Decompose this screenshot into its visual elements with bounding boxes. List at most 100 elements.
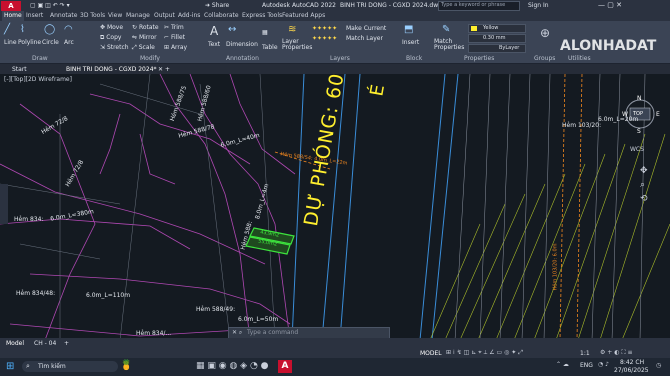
close-tab-icon[interactable]: ✕ + (158, 66, 170, 73)
label-vert-right: Hẻm 103/20: 6.0m (552, 243, 559, 291)
clock-time[interactable]: 8:42 CH (620, 359, 644, 366)
clock-date[interactable]: 27/06/2025 (614, 367, 649, 374)
tab-collaborate[interactable]: Collaborate (202, 11, 241, 21)
modify-copy[interactable]: ⧉ Copy (100, 34, 121, 42)
polyline-icon[interactable]: ⌇ (20, 24, 25, 35)
tab-3d-tools[interactable]: 3D Tools (78, 11, 107, 21)
doc-tab-current[interactable]: BINH TRI DONG - CGXD 2024* (66, 66, 157, 73)
block-insert[interactable]: Insert (402, 39, 419, 46)
add-layout-icon[interactable]: + (64, 340, 69, 347)
status-model[interactable]: MODEL (420, 350, 442, 357)
modify-scale[interactable]: ⤢ Scale (132, 44, 155, 52)
color-select[interactable]: Yellow (468, 24, 526, 33)
taskbar-app-icons[interactable]: ▦ ▣ ◉ ◍ ◈ ◔ ● (196, 361, 269, 371)
tray-icons[interactable]: ⌃ ☁ (556, 361, 569, 368)
dimension-icon[interactable]: ↔ (228, 24, 236, 35)
compass-s: S (637, 128, 641, 135)
drawing-viewport[interactable]: [-][Top][2D Wireframe] N W E S TOP WCS ✥… (0, 74, 670, 340)
text-icon[interactable]: A (210, 24, 218, 38)
annot-table[interactable]: Table (262, 44, 278, 51)
label-h58849-dim: 6.0m_L=50m (238, 316, 279, 323)
group-icon[interactable]: ⊕ (540, 26, 550, 40)
match-layer-button[interactable]: Match Layer (346, 35, 383, 42)
draw-arc[interactable]: Arc (64, 39, 74, 46)
modify-array[interactable]: ⊞ Array (164, 44, 187, 51)
modify-trim[interactable]: ✂ Trim (164, 24, 184, 31)
draw-line[interactable]: Line (4, 39, 17, 46)
label-h83448: Hẻm 834/48: (16, 290, 56, 297)
table-icon[interactable]: ▦ (262, 29, 268, 36)
label-h834b: Hẻm 834/... (136, 330, 172, 337)
right-parcels (454, 74, 646, 340)
layer-state-icons[interactable]: ✦✦✦✦✦ (312, 25, 337, 32)
layer-properties-button[interactable]: Layer Properties (282, 39, 312, 51)
tab-view[interactable]: View (106, 11, 124, 21)
linetype-select[interactable]: ByLayer (468, 44, 526, 53)
make-current-button[interactable]: Make Current (346, 25, 386, 32)
layout-tab-bar: Model CH - 04 + (0, 338, 670, 348)
search-icon: ⌕ (26, 362, 30, 370)
draw-polyline[interactable]: Polyline (18, 39, 41, 46)
notification-icon[interactable]: ◷ (656, 362, 661, 369)
nav-bar-icons[interactable]: ✥ ⌕ ⟲ (640, 164, 648, 206)
taskbar: ⊞ ⌕ Tìm kiếm 🍍 ▦ ▣ ◉ ◍ ◈ ◔ ● A ⌃ ☁ ENG ◔… (0, 358, 670, 376)
circle-icon[interactable]: ◯ (44, 24, 55, 35)
tab-insert[interactable]: Insert (24, 11, 45, 21)
label-h10320: Hẻm 103/20: (562, 122, 602, 129)
doc-tab-start[interactable]: Start (12, 66, 27, 73)
annot-dimension[interactable]: Dimension (226, 41, 258, 48)
group-utilities: Utilities (568, 55, 591, 62)
language-indicator[interactable]: ENG (580, 362, 593, 369)
match-properties-icon[interactable]: ✎ (442, 24, 450, 35)
label-h10320-dim: 6.0m_L=20m (598, 116, 639, 123)
user-signin[interactable]: Sign In (528, 2, 549, 9)
arc-icon[interactable]: ◠ (64, 24, 73, 35)
parcel-lines (0, 74, 276, 340)
annot-text[interactable]: Text (208, 41, 220, 48)
modify-mirror[interactable]: ⇋ Mirror (132, 34, 157, 41)
share-button[interactable]: ➜ Share (205, 2, 229, 9)
properties-palette-strip[interactable] (0, 184, 8, 224)
windows-start-icon[interactable]: ⊞ (6, 361, 14, 372)
tab-home[interactable]: Home (2, 11, 24, 21)
network-volume-icons[interactable]: ◔ ♪ (598, 361, 609, 368)
layer-properties-icon[interactable]: ≋ (288, 24, 296, 35)
match-properties-button[interactable]: Match Properties (434, 39, 464, 51)
compass-n: N (637, 95, 642, 102)
modify-rotate[interactable]: ↻ Rotate (132, 24, 159, 31)
line-icon[interactable]: ╱ (4, 24, 10, 35)
tab-model[interactable]: Model (6, 340, 24, 347)
autocad-taskbar-icon[interactable]: A (278, 360, 292, 373)
tab-output[interactable]: Output (152, 11, 177, 21)
hatch-area (429, 133, 670, 340)
cmd-icons[interactable]: ✕ ⌕ (232, 329, 242, 337)
tab-manage[interactable]: Manage (124, 11, 152, 21)
search-input[interactable]: Type a keyword or phrase (438, 1, 520, 11)
group-draw: Draw (32, 55, 48, 62)
qat-icons[interactable]: ▢ ▣ ◫ ↶ ↷ ▾ (30, 2, 70, 9)
window-controls[interactable]: — ▢ ✕ (598, 1, 622, 9)
tab-add-ins[interactable]: Add-ins (176, 11, 202, 21)
tab-express-tools[interactable]: Express Tools (240, 11, 284, 21)
status-settings[interactable]: ⚙ + ◐ ⛶ ≡ (600, 349, 633, 357)
taskbar-search[interactable]: ⌕ Tìm kiếm (22, 361, 118, 372)
status-toggles[interactable]: ⊞ ⁞ ↯ ◫ ⊾ ⌖ ⟂ ∠ ▭ ◎ ✦ ⤢ (446, 349, 523, 357)
layer-tools-icons[interactable]: ✦✦✦✦✦ (312, 35, 337, 42)
annotation-scale[interactable]: 1:1 (580, 350, 590, 357)
modify-move[interactable]: ✥ Move (100, 24, 123, 31)
insert-icon[interactable]: ⬒ (404, 24, 413, 35)
tab-layout-ch04[interactable]: CH - 04 (34, 340, 56, 347)
tab-annotate[interactable]: Annotate (48, 11, 79, 21)
modify-fillet[interactable]: ⌐ Fillet (164, 34, 185, 41)
lineweight-select[interactable]: 0.30 mm (468, 34, 526, 43)
cmd-input[interactable]: Type a command (247, 329, 298, 336)
viewport-label[interactable]: [-][Top][2D Wireframe] (4, 76, 72, 83)
document-tab-bar: Start BINH TRI DONG - CGXD 2024* ✕ + (0, 64, 670, 74)
app-menu-button[interactable]: A (1, 1, 21, 11)
modify-stretch[interactable]: ⇲ Stretch (100, 44, 129, 51)
pineapple-widget-icon[interactable]: 🍍 (120, 360, 132, 371)
draw-circle[interactable]: Circle (42, 39, 59, 46)
tab-featured-apps[interactable]: Featured Apps (280, 11, 327, 21)
wcs-menu[interactable]: WCS (630, 146, 644, 153)
label-h58849: Hẻm 588/49: (196, 306, 236, 313)
